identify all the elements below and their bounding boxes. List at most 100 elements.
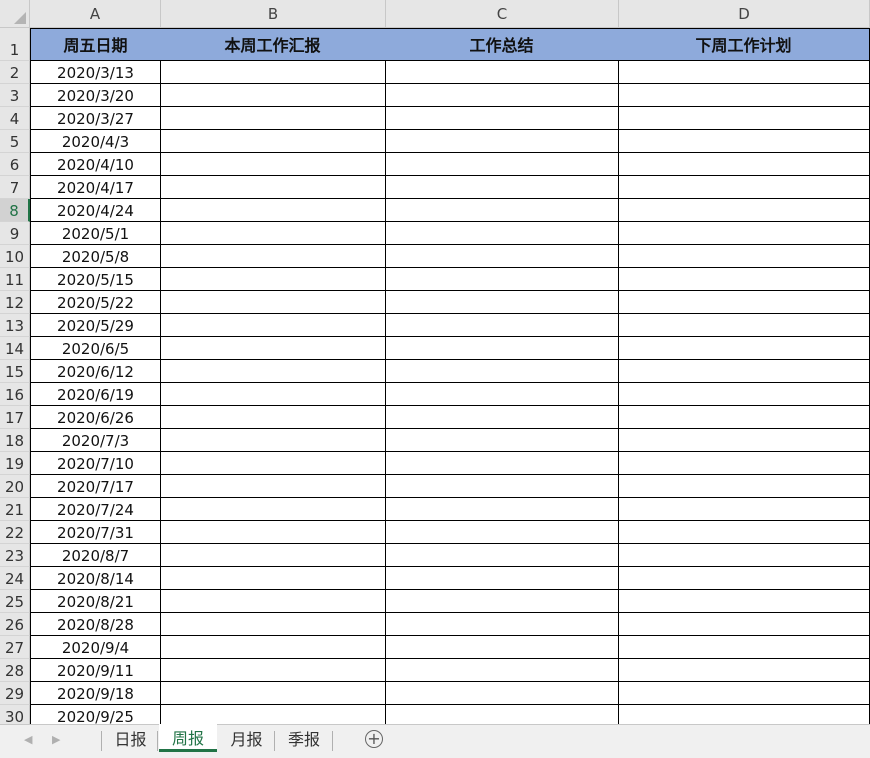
date-cell[interactable]: 2020/5/29 [30,313,161,337]
empty-cell[interactable] [618,106,870,130]
row-header[interactable]: 8 [0,199,30,222]
row-header[interactable]: 15 [0,360,30,383]
empty-cell[interactable] [160,520,386,544]
row-header[interactable]: 5 [0,130,30,153]
sheet-tab[interactable]: 日报 [103,725,158,751]
empty-cell[interactable] [160,405,386,429]
date-cell[interactable]: 2020/7/3 [30,428,161,452]
empty-cell[interactable] [160,474,386,498]
empty-cell[interactable] [618,267,870,291]
empty-cell[interactable] [385,589,619,613]
empty-cell[interactable] [160,290,386,314]
empty-cell[interactable] [385,520,619,544]
sheet-tab[interactable]: 月报 [218,725,275,751]
date-cell[interactable]: 2020/3/27 [30,106,161,130]
empty-cell[interactable] [160,83,386,107]
empty-cell[interactable] [618,336,870,360]
empty-cell[interactable] [618,405,870,429]
row-header[interactable]: 3 [0,84,30,107]
date-cell[interactable]: 2020/4/10 [30,152,161,176]
row-header[interactable]: 11 [0,268,30,291]
empty-cell[interactable] [618,221,870,245]
row-header[interactable]: 7 [0,176,30,199]
date-cell[interactable]: 2020/8/28 [30,612,161,636]
empty-cell[interactable] [618,175,870,199]
empty-cell[interactable] [618,198,870,222]
row-header[interactable]: 24 [0,567,30,590]
empty-cell[interactable] [385,198,619,222]
empty-cell[interactable] [618,566,870,590]
empty-cell[interactable] [160,106,386,130]
date-cell[interactable]: 2020/6/12 [30,359,161,383]
row-header[interactable]: 16 [0,383,30,406]
empty-cell[interactable] [618,474,870,498]
empty-cell[interactable] [385,336,619,360]
header-cell[interactable]: 工作总结 [385,28,619,61]
date-cell[interactable]: 2020/5/1 [30,221,161,245]
row-header[interactable]: 17 [0,406,30,429]
empty-cell[interactable] [160,336,386,360]
empty-cell[interactable] [160,566,386,590]
empty-cell[interactable] [160,60,386,84]
column-header-c[interactable]: C [386,0,619,28]
date-cell[interactable]: 2020/4/3 [30,129,161,153]
empty-cell[interactable] [385,405,619,429]
empty-cell[interactable] [385,382,619,406]
empty-cell[interactable] [618,520,870,544]
empty-cell[interactable] [618,290,870,314]
row-header[interactable]: 22 [0,521,30,544]
empty-cell[interactable] [618,497,870,521]
row-header[interactable]: 27 [0,636,30,659]
chevron-left-icon[interactable]: ◀ [24,733,32,746]
row-header[interactable]: 2 [0,61,30,84]
empty-cell[interactable] [618,60,870,84]
date-cell[interactable]: 2020/5/8 [30,244,161,268]
empty-cell[interactable] [618,658,870,682]
date-cell[interactable]: 2020/8/21 [30,589,161,613]
empty-cell[interactable] [385,681,619,705]
empty-cell[interactable] [160,382,386,406]
date-cell[interactable]: 2020/6/5 [30,336,161,360]
date-cell[interactable]: 2020/8/7 [30,543,161,567]
empty-cell[interactable] [385,543,619,567]
row-header[interactable]: 23 [0,544,30,567]
date-cell[interactable]: 2020/9/4 [30,635,161,659]
date-cell[interactable]: 2020/3/13 [30,60,161,84]
row-header[interactable]: 25 [0,590,30,613]
empty-cell[interactable] [385,152,619,176]
row-header[interactable]: 18 [0,429,30,452]
date-cell[interactable]: 2020/7/10 [30,451,161,475]
empty-cell[interactable] [618,129,870,153]
empty-cell[interactable] [385,635,619,659]
empty-cell[interactable] [160,451,386,475]
empty-cell[interactable] [385,566,619,590]
empty-cell[interactable] [160,244,386,268]
empty-cell[interactable] [618,359,870,383]
empty-cell[interactable] [160,589,386,613]
empty-cell[interactable] [160,543,386,567]
empty-cell[interactable] [385,290,619,314]
date-cell[interactable]: 2020/6/26 [30,405,161,429]
empty-cell[interactable] [618,313,870,337]
row-header[interactable]: 28 [0,659,30,682]
empty-cell[interactable] [385,60,619,84]
empty-cell[interactable] [618,428,870,452]
empty-cell[interactable] [618,152,870,176]
row-header[interactable]: 4 [0,107,30,130]
empty-cell[interactable] [385,221,619,245]
empty-cell[interactable] [385,474,619,498]
column-header-a[interactable]: A [30,0,161,28]
empty-cell[interactable] [618,244,870,268]
empty-cell[interactable] [618,589,870,613]
empty-cell[interactable] [160,129,386,153]
empty-cell[interactable] [618,681,870,705]
date-cell[interactable]: 2020/8/14 [30,566,161,590]
empty-cell[interactable] [385,658,619,682]
date-cell[interactable]: 2020/4/24 [30,198,161,222]
empty-cell[interactable] [385,244,619,268]
empty-cell[interactable] [160,635,386,659]
select-all-icon[interactable] [0,0,30,28]
date-cell[interactable]: 2020/7/31 [30,520,161,544]
empty-cell[interactable] [160,681,386,705]
date-cell[interactable]: 2020/6/19 [30,382,161,406]
